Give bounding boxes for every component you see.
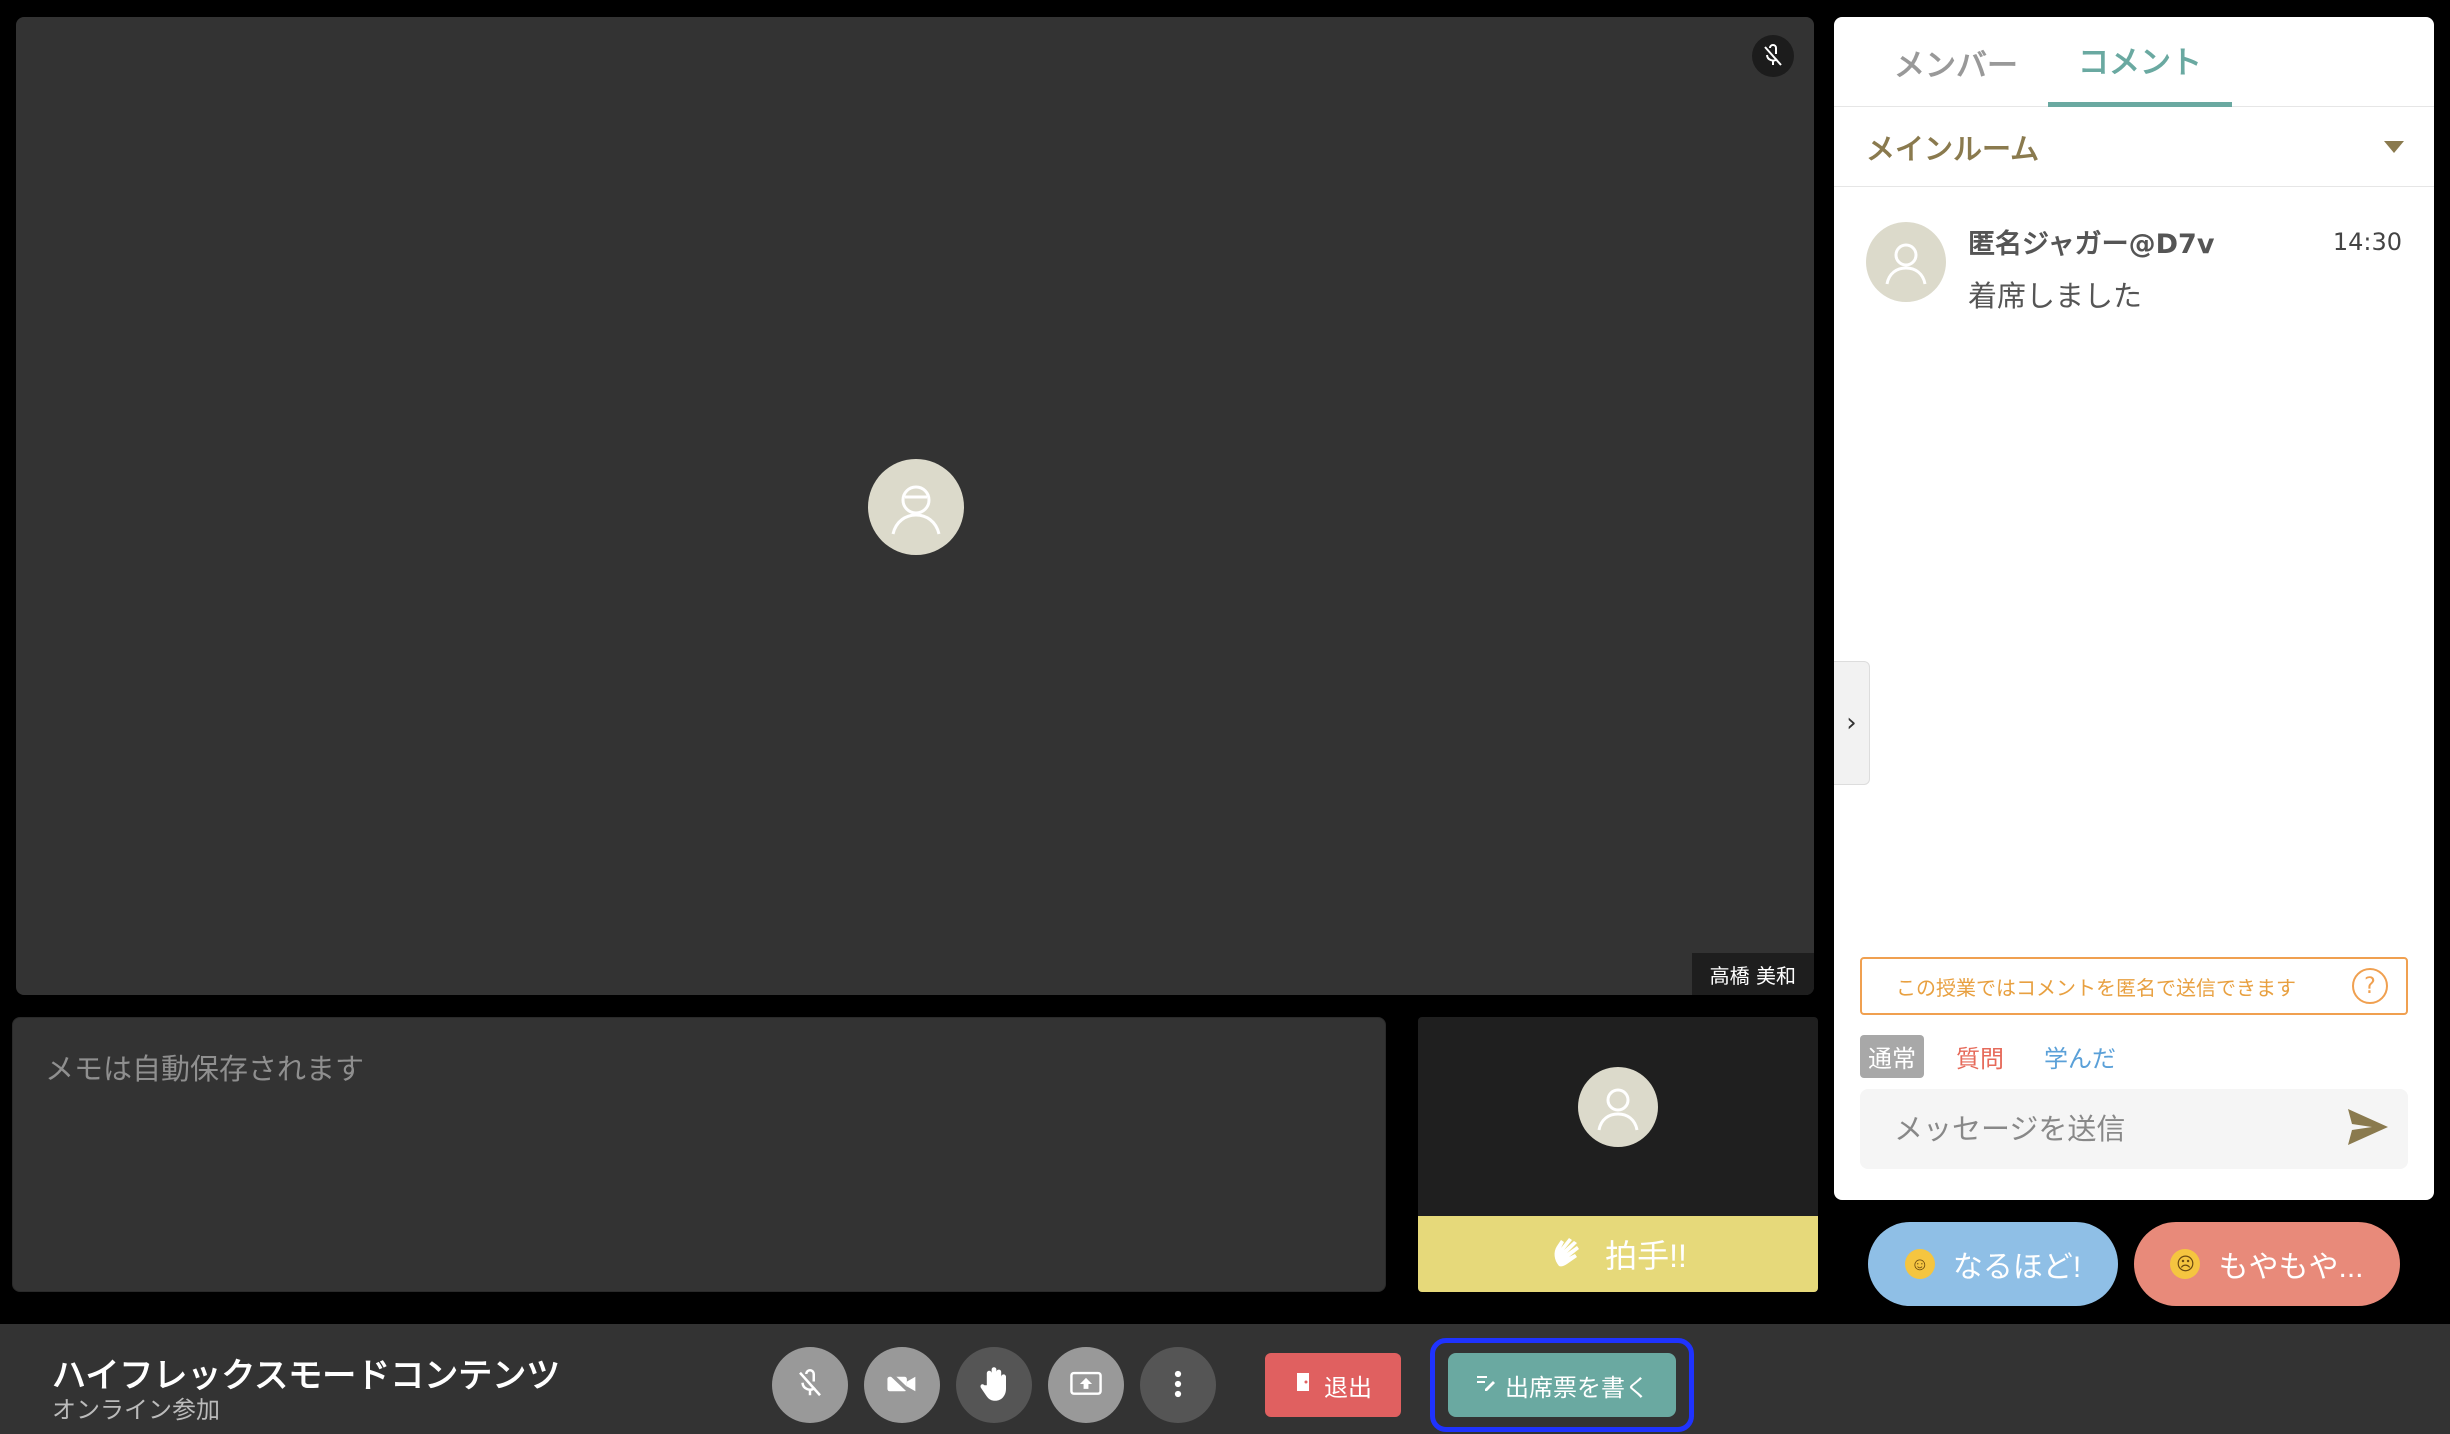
comment-item: 匿名ジャガー@D7v 14:30 着席しました <box>1866 222 2402 315</box>
commenter-avatar-icon <box>1866 222 1946 302</box>
leave-button[interactable]: 退出 <box>1265 1353 1401 1417</box>
comment-author: 匿名ジャガー@D7v <box>1968 229 2215 260</box>
panel-tabs: メンバー コメント <box>1834 17 2434 107</box>
confused-emoji-icon: ☹ <box>2170 1249 2201 1279</box>
room-select[interactable]: メインルーム <box>1834 107 2434 187</box>
anonymous-notice-text: この授業ではコメントを匿名で送信できます <box>1896 975 2296 1000</box>
door-exit-icon <box>1294 1371 1314 1400</box>
hand-icon <box>977 1366 1011 1405</box>
more-options-button[interactable] <box>1140 1347 1216 1423</box>
memo-input[interactable] <box>45 1046 1353 1263</box>
attendance-label: 出席票を書く <box>1505 1374 1649 1402</box>
comment-type-selector: 通常 質問 学んだ <box>1860 1035 2124 1078</box>
naruhodo-label: なるほど! <box>1952 1251 2082 1284</box>
anonymous-notice: この授業ではコメントを匿名で送信できます ? <box>1860 957 2408 1015</box>
participation-mode: オンライン参加 <box>52 1396 220 1424</box>
comment-type-normal[interactable]: 通常 <box>1860 1035 1924 1078</box>
clap-label: 拍手!! <box>1605 1238 1687 1274</box>
screen-share-icon <box>1069 1369 1103 1402</box>
write-attendance-button[interactable]: 出席票を書く <box>1448 1353 1676 1417</box>
mic-toggle-button[interactable] <box>772 1347 848 1423</box>
camera-off-icon <box>885 1369 919 1402</box>
naruhodo-button[interactable]: ☺ なるほど! <box>1868 1222 2118 1306</box>
participant-name-tag: 高橋 美和 <box>1691 953 1814 995</box>
clap-button[interactable]: 拍手!! <box>1418 1216 1818 1292</box>
edit-note-icon <box>1475 1371 1495 1399</box>
moyamoya-label: もやもや... <box>2218 1251 2364 1284</box>
attendance-highlight: 出席票を書く <box>1430 1338 1694 1432</box>
room-select-value: メインルーム <box>1866 131 2040 166</box>
memo-area <box>12 1017 1386 1292</box>
help-icon[interactable]: ? <box>2352 968 2388 1004</box>
moyamoya-button[interactable]: ☹ もやもや... <box>2134 1222 2400 1306</box>
chevron-right-icon: › <box>1846 708 1857 738</box>
message-composer <box>1860 1089 2408 1169</box>
send-icon[interactable] <box>2346 1107 2390 1151</box>
message-input[interactable] <box>1894 1112 2346 1146</box>
smile-emoji-icon: ☺ <box>1904 1249 1935 1279</box>
comment-time: 14:30 <box>2332 227 2402 256</box>
clap-hands-icon <box>1549 1228 1593 1280</box>
bottom-toolbar: ハイフレックスモードコンテンツ オンライン参加 退出 出席票を書く <box>0 1324 2450 1434</box>
tab-comments[interactable]: コメント <box>2048 17 2232 107</box>
app: 高橋 美和 拍手!! メンバー コメント メインルーム <box>0 0 2450 1434</box>
main-video-tile: 高橋 美和 <box>16 17 1814 995</box>
caret-down-icon <box>2384 140 2404 153</box>
raise-hand-button[interactable] <box>956 1347 1032 1423</box>
comment-text: 着席しました <box>1968 279 2143 313</box>
tab-members[interactable]: メンバー <box>1884 17 2048 107</box>
presenter-avatar-icon <box>868 459 964 555</box>
share-screen-button[interactable] <box>1048 1347 1124 1423</box>
leave-label: 退出 <box>1324 1374 1372 1402</box>
comment-type-question[interactable]: 質問 <box>1948 1035 2012 1078</box>
more-vertical-icon <box>1173 1369 1183 1402</box>
mic-off-icon <box>1752 35 1794 77</box>
mic-off-icon <box>795 1368 825 1402</box>
comment-type-learned[interactable]: 学んだ <box>2036 1035 2124 1078</box>
self-avatar-icon <box>1578 1067 1658 1147</box>
panel-collapse-toggle[interactable]: › <box>1834 661 1870 785</box>
self-video-tile: 拍手!! <box>1418 1017 1818 1292</box>
side-panel: メンバー コメント メインルーム 匿名ジャガー@D7v 14:30 着席しました… <box>1834 17 2434 1200</box>
camera-toggle-button[interactable] <box>864 1347 940 1423</box>
